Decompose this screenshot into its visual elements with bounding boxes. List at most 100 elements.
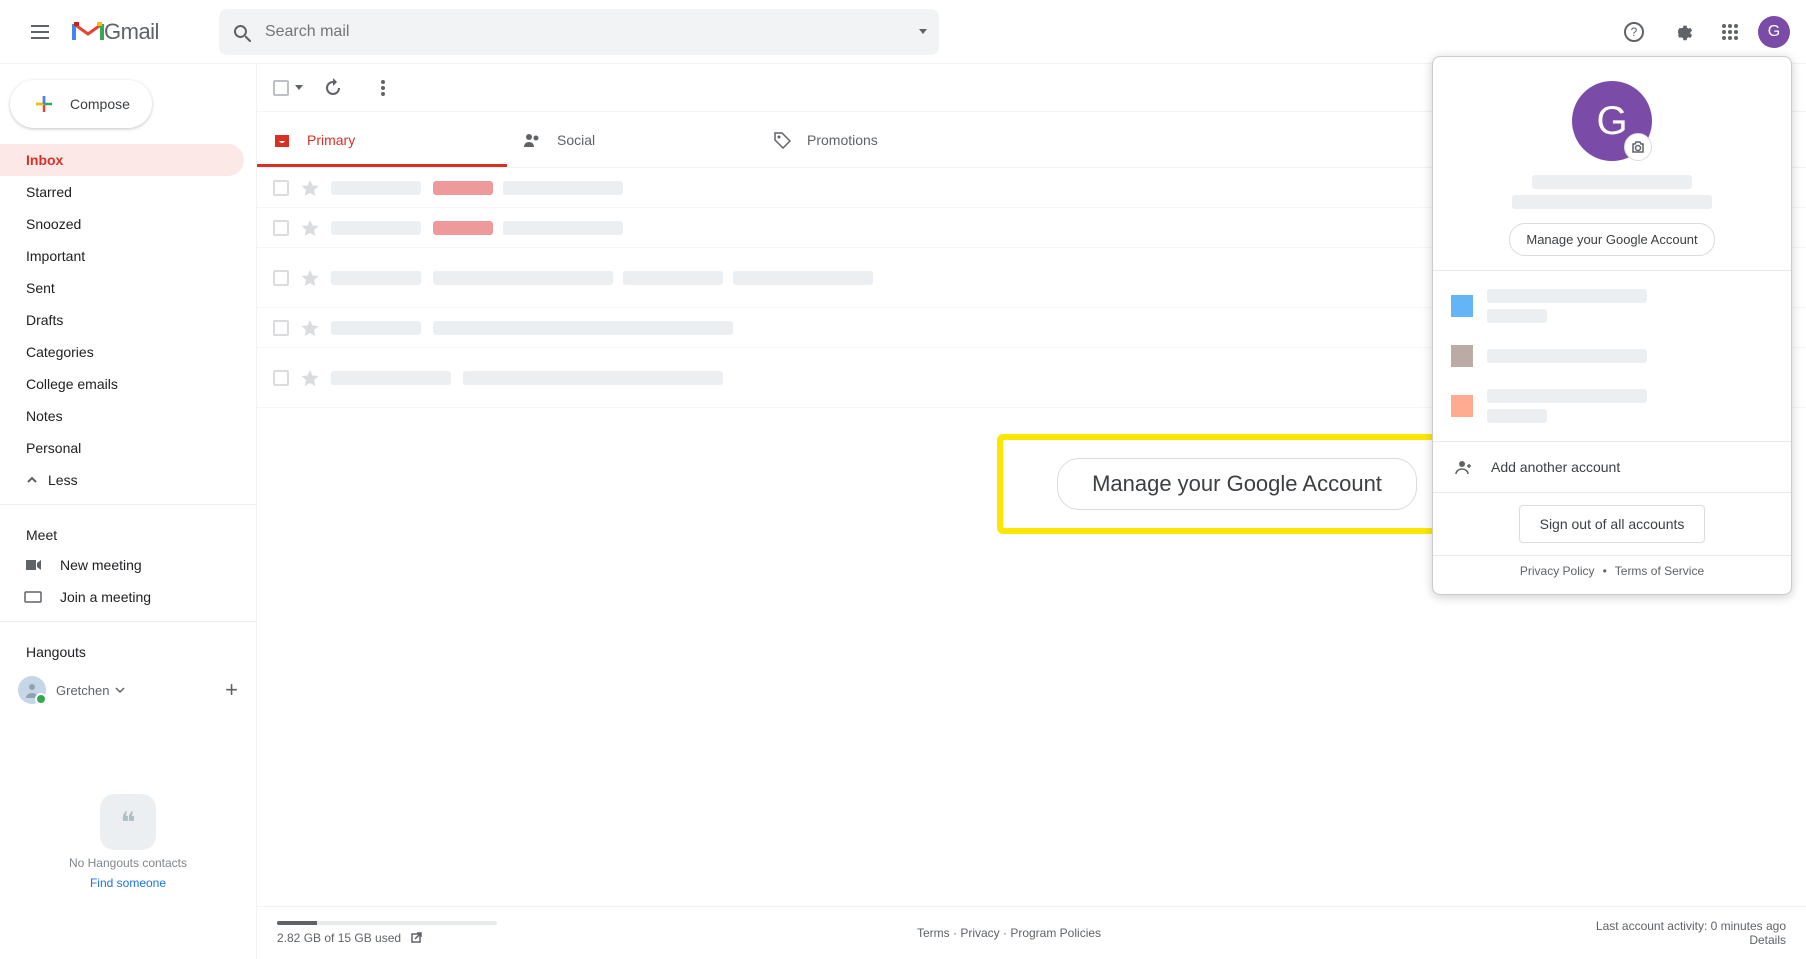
refresh-button[interactable]	[313, 68, 353, 108]
nav-personal[interactable]: Personal	[0, 432, 244, 464]
apps-button[interactable]	[1710, 12, 1750, 52]
keyboard-icon	[24, 588, 42, 606]
nav-starred[interactable]: Starred	[0, 176, 244, 208]
chevron-up-icon	[26, 474, 38, 486]
tab-primary[interactable]: Primary	[257, 112, 507, 167]
row-checkbox[interactable]	[273, 370, 289, 386]
settings-button[interactable]	[1662, 12, 1702, 52]
account-avatar[interactable]: G	[1758, 16, 1790, 48]
row-checkbox[interactable]	[273, 220, 289, 236]
nav-label: Notes	[26, 408, 63, 424]
account-menu: G Manage your Google Account Add another…	[1432, 56, 1792, 595]
compose-label: Compose	[70, 96, 130, 112]
row-checkbox[interactable]	[273, 270, 289, 286]
hangouts-user-row[interactable]: Gretchen +	[0, 666, 256, 714]
tab-label: Social	[557, 132, 595, 148]
refresh-icon	[322, 77, 344, 99]
meet-label: Join a meeting	[60, 589, 151, 605]
logo-text: Gmail	[104, 19, 159, 45]
hangouts-find-link[interactable]: Find someone	[90, 876, 166, 890]
tab-label: Promotions	[807, 132, 878, 148]
gear-icon	[1671, 21, 1693, 43]
main-menu-button[interactable]	[16, 8, 64, 56]
tab-social[interactable]: Social	[507, 112, 757, 167]
star-icon[interactable]	[301, 319, 319, 337]
hangouts-empty-text: No Hangouts contacts	[69, 856, 187, 870]
video-icon	[24, 556, 42, 574]
account-option[interactable]	[1451, 281, 1773, 331]
storage-meter: 2.82 GB of 15 GB used	[277, 921, 497, 945]
chat-bubble-icon: ❝	[100, 794, 156, 850]
other-accounts	[1433, 271, 1791, 441]
external-link-icon[interactable]	[409, 931, 423, 945]
sidebar: Compose Inbox Starred Snoozed Important …	[0, 64, 256, 959]
tab-label: Primary	[307, 132, 355, 148]
search-icon	[231, 22, 251, 42]
footer-separator: •	[1603, 564, 1607, 578]
nav-snoozed[interactable]: Snoozed	[0, 208, 244, 240]
search-input[interactable]	[251, 23, 917, 41]
nav-important[interactable]: Important	[0, 240, 244, 272]
hangouts-empty-state: ❝ No Hangouts contacts Find someone	[0, 794, 256, 890]
star-icon[interactable]	[301, 219, 319, 237]
gmail-logo[interactable]: Gmail	[72, 19, 159, 45]
footer-policy-links[interactable]: Terms · Privacy · Program Policies	[917, 926, 1101, 940]
storage-text: 2.82 GB of 15 GB used	[277, 931, 401, 945]
manage-account-button[interactable]: Manage your Google Account	[1509, 223, 1714, 256]
select-all[interactable]	[273, 80, 303, 96]
annotation-callout: Manage your Google Account	[997, 434, 1477, 534]
hangouts-username: Gretchen	[56, 683, 109, 698]
nav-label: Sent	[26, 280, 55, 296]
nav-label: Snoozed	[26, 216, 81, 232]
add-account-label: Add another account	[1491, 459, 1620, 475]
tab-promotions[interactable]: Promotions	[757, 112, 1007, 167]
change-photo-button[interactable]	[1624, 133, 1652, 161]
nav-college-emails[interactable]: College emails	[0, 368, 244, 400]
callout-button: Manage your Google Account	[1057, 458, 1417, 510]
row-checkbox[interactable]	[273, 180, 289, 196]
nav-label: Important	[26, 248, 85, 264]
hangouts-add-button[interactable]: +	[225, 677, 238, 703]
compose-button[interactable]: Compose	[10, 80, 152, 128]
add-account-button[interactable]: Add another account	[1433, 442, 1791, 492]
nav-label: Drafts	[26, 312, 63, 328]
account-option[interactable]	[1451, 331, 1773, 381]
nav-label: Inbox	[26, 152, 63, 168]
meet-new-meeting[interactable]: New meeting	[0, 549, 256, 581]
nav-label: College emails	[26, 376, 118, 392]
star-icon[interactable]	[301, 179, 319, 197]
search-options-button[interactable]	[917, 29, 927, 34]
star-icon[interactable]	[301, 269, 319, 287]
support-button[interactable]: ?	[1614, 12, 1654, 52]
sign-out-button[interactable]: Sign out of all accounts	[1519, 505, 1706, 543]
nav-drafts[interactable]: Drafts	[0, 304, 244, 336]
add-person-icon	[1455, 458, 1473, 476]
nav-label: Categories	[26, 344, 94, 360]
inbox-icon	[273, 131, 291, 149]
apps-grid-icon	[1719, 21, 1741, 43]
more-vert-icon	[372, 77, 394, 99]
privacy-policy-link[interactable]: Privacy Policy	[1520, 564, 1595, 578]
nav-label: Less	[48, 472, 78, 488]
nav-notes[interactable]: Notes	[0, 400, 244, 432]
hangouts-section-title: Hangouts	[0, 630, 256, 666]
search-bar[interactable]	[219, 9, 939, 55]
details-link[interactable]: Details	[1749, 933, 1786, 947]
nav-categories[interactable]: Categories	[0, 336, 244, 368]
nav-less[interactable]: Less	[0, 464, 244, 496]
presence-indicator	[35, 693, 47, 705]
chevron-down-icon[interactable]	[115, 687, 125, 693]
star-icon[interactable]	[301, 369, 319, 387]
tos-link[interactable]: Terms of Service	[1615, 564, 1704, 578]
tag-icon	[773, 131, 791, 149]
svg-text:?: ?	[1631, 25, 1638, 39]
meet-join-meeting[interactable]: Join a meeting	[0, 581, 256, 613]
gmail-icon	[72, 20, 104, 44]
nav-sent[interactable]: Sent	[0, 272, 244, 304]
account-option[interactable]	[1451, 381, 1773, 431]
nav-inbox[interactable]: Inbox	[0, 144, 244, 176]
row-checkbox[interactable]	[273, 320, 289, 336]
people-icon	[523, 131, 541, 149]
nav-label: Personal	[26, 440, 81, 456]
more-button[interactable]	[363, 68, 403, 108]
